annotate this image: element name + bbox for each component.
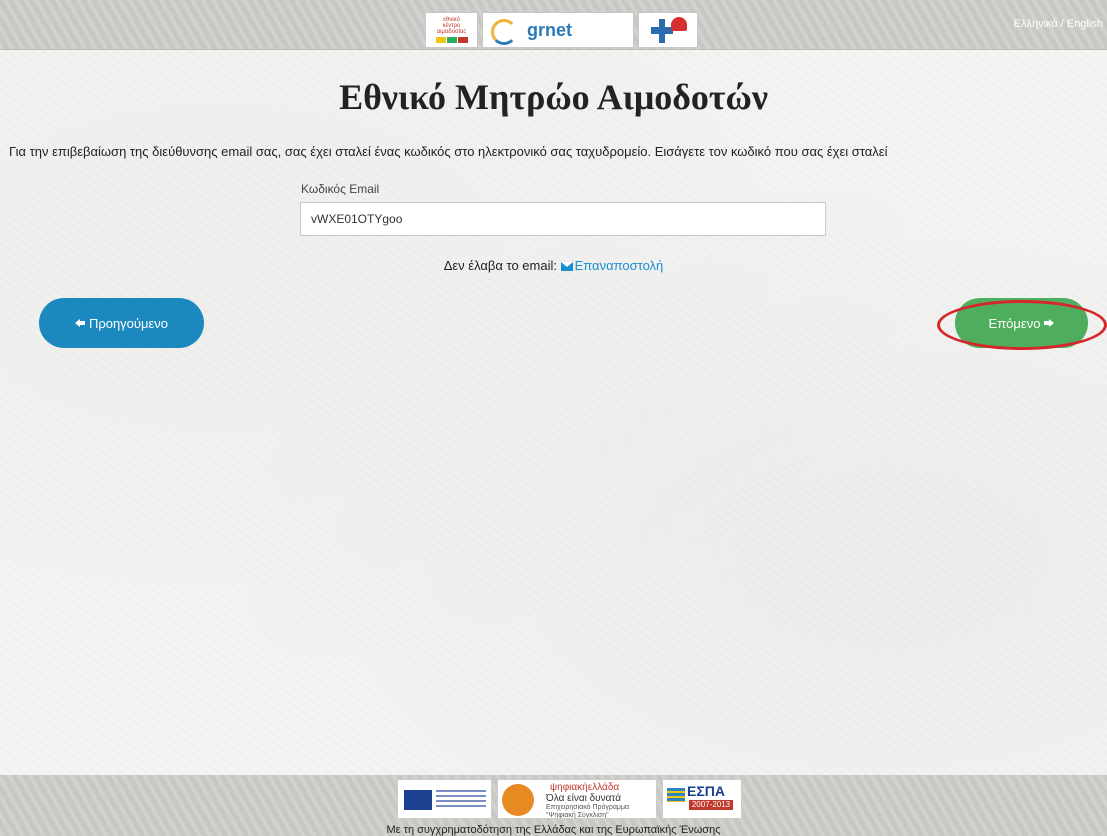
arrow-left-icon: [74, 319, 85, 327]
email-code-label: Κωδικός Email: [301, 182, 380, 196]
footer-bar: ψηφιακήελλάδα Όλα είναι δυνατά Επιχειρησ…: [0, 775, 1107, 836]
envelope-icon: [560, 262, 573, 271]
eu-flag-icon: [404, 790, 432, 810]
grnet-logo-text: grnet: [527, 20, 572, 40]
espa-logo-years: 2007-2013: [689, 800, 733, 810]
grnet-mark-icon: [491, 19, 517, 45]
header-logos: εθνικό κέντρο αιμοδοσίας grnet: [425, 12, 698, 48]
cofinance-text: Με τη συγχρηματοδότηση της Ελλάδας και τ…: [386, 824, 721, 836]
ekea-logo-line: αιμοδοσίας: [436, 29, 467, 35]
next-button-label: Επόμενο: [988, 315, 1041, 331]
resend-link-label: Επαναποστολή: [574, 258, 664, 273]
digital-greece-logo: ψηφιακήελλάδα Όλα είναι δυνατά Επιχειρησ…: [497, 779, 657, 819]
espa-logo: ΕΣΠΑ 2007-2013: [662, 779, 742, 819]
ekea-logo-blocks: [435, 37, 468, 43]
heart-icon: [671, 17, 687, 31]
footer-logos: ψηφιακήελλάδα Όλα είναι δυνατά Επιχειρησ…: [397, 779, 742, 819]
figure-icon: [502, 784, 534, 816]
previous-button-label: Προηγούμενο: [88, 315, 169, 331]
previous-button[interactable]: Προηγούμενο: [39, 298, 204, 348]
header-bar: εθνικό κέντρο αιμοδοσίας grnet Ελληνικά …: [0, 0, 1107, 50]
digital-logo-title: ψηφιακήελλάδα: [550, 782, 620, 793]
digital-logo-slogan: Όλα είναι δυνατά: [546, 793, 622, 804]
language-switch[interactable]: Ελληνικά / English: [1014, 18, 1103, 30]
next-button[interactable]: Επόμενο: [955, 298, 1088, 348]
grnet-logo: grnet: [482, 12, 634, 48]
resend-link[interactable]: Επαναποστολή: [560, 258, 664, 273]
ekea-logo: εθνικό κέντρο αιμοδοσίας: [425, 12, 478, 48]
page-title: Εθνικό Μητρώο Αιμοδοτών: [339, 77, 768, 117]
eu-logo: [397, 779, 492, 819]
digital-logo-program: Επιχειρησιακό Πρόγραμμα "Ψηφιακή Σύγκλισ…: [546, 804, 630, 819]
espa-logo-title: ΕΣΠΑ: [687, 783, 725, 799]
medical-cross-logo: [638, 12, 698, 48]
email-code-input[interactable]: [300, 202, 826, 236]
arrow-right-icon: [1044, 319, 1055, 327]
resend-row: Δεν έλαβα το email: Επαναποστολή: [0, 258, 1107, 273]
instructions-text: Για την επιβεβαίωση της διεύθυνσης email…: [9, 144, 888, 159]
resend-prompt: Δεν έλαβα το email:: [443, 258, 557, 273]
